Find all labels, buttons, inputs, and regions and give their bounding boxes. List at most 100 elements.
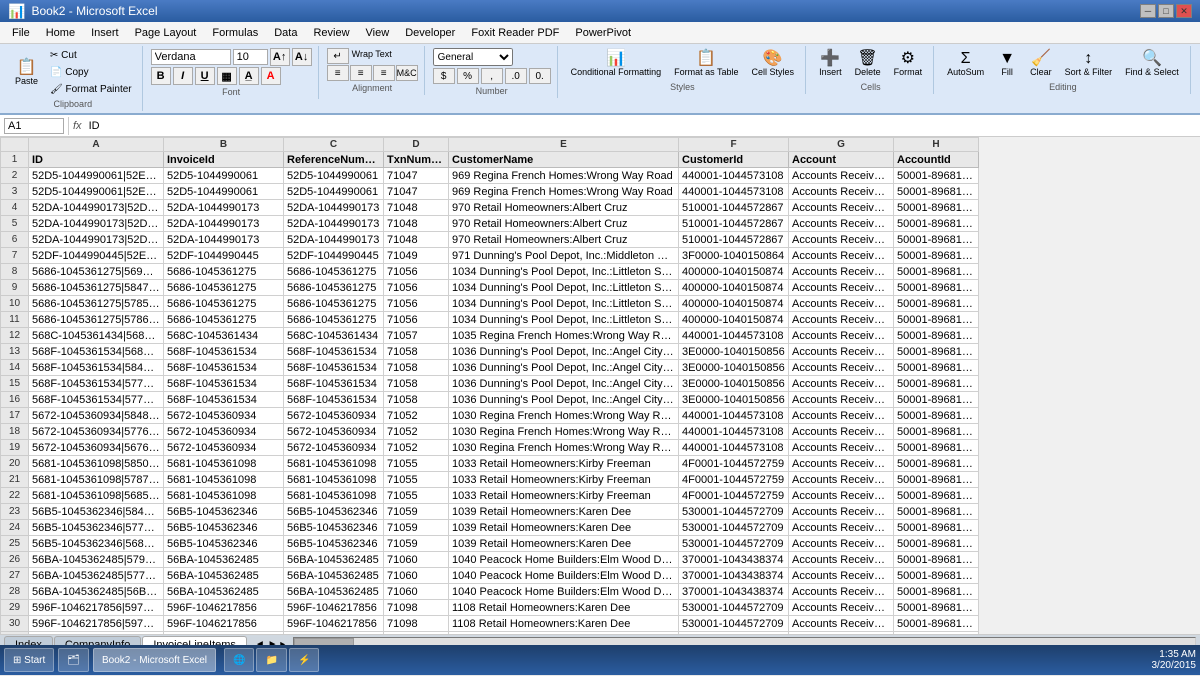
cell-row6-refnum[interactable]: 52DA-1044990173 (284, 232, 384, 248)
cell-row12-invoiceid[interactable]: 568C-1045361434 (164, 328, 284, 344)
cell-row14-refnum[interactable]: 568F-1045361534 (284, 360, 384, 376)
cell-row15-refnum[interactable]: 568F-1045361534 (284, 376, 384, 392)
cell-row11-invoiceid[interactable]: 5686-1045361275 (164, 312, 284, 328)
cell-row10-custname[interactable]: 1034 Dunning's Pool Depot, Inc.:Littleto… (449, 296, 679, 312)
cell-row25-id[interactable]: 56B5-1045362346|5684-1045362346 (29, 536, 164, 552)
decrease-decimal-button[interactable]: 0. (529, 68, 551, 84)
cell-row24-refnum[interactable]: 56B5-1045362346 (284, 520, 384, 536)
cell-row7-refnum[interactable]: 52DF-1044990445 (284, 248, 384, 264)
cell-row6-invoiceid[interactable]: 52DA-1044990173 (164, 232, 284, 248)
cell-row4-invoiceid[interactable]: 52DA-1044990173 (164, 200, 284, 216)
number-format-select[interactable]: General (433, 48, 513, 66)
cell-row22-accountid[interactable]: 50001-896816252 (894, 488, 979, 504)
cell-row16-txnnum[interactable]: 71058 (384, 392, 449, 408)
cell-row10-custid[interactable]: 400000-1040150874 (679, 296, 789, 312)
cell-row10-account[interactable]: Accounts Receivable (789, 296, 894, 312)
align-center-button[interactable]: ≡ (350, 65, 372, 81)
cell-row3-txnnum[interactable]: 71047 (384, 184, 449, 200)
cell-row17-id[interactable]: 5672-1045360934|5848-1045360934 (29, 408, 164, 424)
cell-row4-custname[interactable]: 970 Retail Homeowners:Albert Cruz (449, 200, 679, 216)
cell-row4-account[interactable]: Accounts Receivable (789, 200, 894, 216)
cell-row25-invoiceid[interactable]: 56B5-1045362346 (164, 536, 284, 552)
cell-row30-custid[interactable]: 530001-1044572709 (679, 616, 789, 632)
cell-row9-account[interactable]: Accounts Receivable (789, 280, 894, 296)
paste-button[interactable]: 📋 Paste (10, 57, 43, 89)
cell-row13-custname[interactable]: 1036 Dunning's Pool Depot, Inc.:Angel Ci… (449, 344, 679, 360)
cell-row24-txnnum[interactable]: 71059 (384, 520, 449, 536)
cell-row17-refnum[interactable]: 5672-1045360934 (284, 408, 384, 424)
decrease-font-button[interactable]: A↓ (292, 48, 312, 66)
cell-d1[interactable]: TxnNumber (384, 152, 449, 168)
cell-row3-account[interactable]: Accounts Receivable (789, 184, 894, 200)
currency-button[interactable]: $ (433, 68, 455, 84)
cell-row31-custname[interactable]: 1108 Retail Homeowners:Karen Dee (449, 632, 679, 635)
menu-foxit[interactable]: Foxit Reader PDF (463, 25, 567, 41)
cell-row20-invoiceid[interactable]: 5681-1045361098 (164, 456, 284, 472)
cell-row2-accountid[interactable]: 50001-896816252 (894, 168, 979, 184)
cell-row27-accountid[interactable]: 50001-896816252 (894, 568, 979, 584)
col-header-d[interactable]: D (384, 138, 449, 152)
cell-row19-account[interactable]: Accounts Receivable (789, 440, 894, 456)
cell-row3-custname[interactable]: 969 Regina French Homes:Wrong Way Road (449, 184, 679, 200)
cell-e1[interactable]: CustomerName (449, 152, 679, 168)
cell-row19-custname[interactable]: 1030 Regina French Homes:Wrong Way Road (449, 440, 679, 456)
cell-row19-accountid[interactable]: 50001-896816252 (894, 440, 979, 456)
cell-row13-refnum[interactable]: 568F-1045361534 (284, 344, 384, 360)
cell-row4-id[interactable]: 52DA-1044990173|52DC-1044990173 (29, 200, 164, 216)
delete-button[interactable]: 🗑 Delete (850, 48, 886, 80)
cell-row4-accountid[interactable]: 50001-896816252 (894, 200, 979, 216)
align-right-button[interactable]: ≡ (373, 65, 395, 81)
cell-row2-id[interactable]: 52D5-1044990061|52E5-1044990061 (29, 168, 164, 184)
cell-row29-custname[interactable]: 1108 Retail Homeowners:Karen Dee (449, 600, 679, 616)
cell-row15-txnnum[interactable]: 71058 (384, 376, 449, 392)
cell-h1[interactable]: AccountId (894, 152, 979, 168)
fill-button[interactable]: ▼ Fill (992, 48, 1022, 80)
cell-row13-custid[interactable]: 3E0000-1040150856 (679, 344, 789, 360)
cell-row22-custname[interactable]: 1033 Retail Homeowners:Kirby Freeman (449, 488, 679, 504)
cell-row9-refnum[interactable]: 5686-1045361275 (284, 280, 384, 296)
cell-row16-refnum[interactable]: 568F-1045361534 (284, 392, 384, 408)
insert-button[interactable]: ➕ Insert (814, 48, 847, 80)
cell-row24-custid[interactable]: 530001-1044572709 (679, 520, 789, 536)
cell-row12-refnum[interactable]: 568C-1045361434 (284, 328, 384, 344)
cell-row28-account[interactable]: Accounts Receivable (789, 584, 894, 600)
copy-button[interactable]: 📄 Copy (46, 65, 136, 80)
cell-row19-invoiceid[interactable]: 5672-1045360934 (164, 440, 284, 456)
taskbar-excel-button[interactable]: Book2 - Microsoft Excel (93, 648, 216, 672)
taskbar-app2-icon[interactable]: ⚡ (289, 648, 319, 672)
cell-g1[interactable]: Account (789, 152, 894, 168)
menu-insert[interactable]: Insert (83, 25, 127, 41)
cell-row5-custid[interactable]: 510001-1044572867 (679, 216, 789, 232)
cell-row17-custid[interactable]: 440001-1044573108 (679, 408, 789, 424)
increase-font-button[interactable]: A↑ (270, 48, 290, 66)
cell-row27-custname[interactable]: 1040 Peacock Home Builders:Elm Wood Driv… (449, 568, 679, 584)
cell-row18-refnum[interactable]: 5672-1045360934 (284, 424, 384, 440)
cell-row17-txnnum[interactable]: 71052 (384, 408, 449, 424)
taskbar-app1-icon[interactable]: 📁 (256, 648, 286, 672)
format-painter-button[interactable]: 🖌 Format Painter (46, 82, 136, 97)
cell-row6-id[interactable]: 52DA-1044990173|52DE-1044990173 (29, 232, 164, 248)
cell-row13-account[interactable]: Accounts Receivable (789, 344, 894, 360)
cell-row2-invoiceid[interactable]: 52D5-1044990061 (164, 168, 284, 184)
cell-row20-custname[interactable]: 1033 Retail Homeowners:Kirby Freeman (449, 456, 679, 472)
cell-row16-id[interactable]: 568F-1045361534|5775-1045361534 (29, 392, 164, 408)
cell-row5-account[interactable]: Accounts Receivable (789, 216, 894, 232)
taskbar-explorer-button[interactable]: 🗂 (58, 648, 89, 672)
cell-row29-txnnum[interactable]: 71098 (384, 600, 449, 616)
cell-row6-txnnum[interactable]: 71048 (384, 232, 449, 248)
cell-row14-txnnum[interactable]: 71058 (384, 360, 449, 376)
col-header-e[interactable]: E (449, 138, 679, 152)
cell-row2-account[interactable]: Accounts Receivable (789, 168, 894, 184)
cell-row18-account[interactable]: Accounts Receivable (789, 424, 894, 440)
cell-row26-custname[interactable]: 1040 Peacock Home Builders:Elm Wood Driv… (449, 552, 679, 568)
conditional-formatting-button[interactable]: 📊 Conditional Formatting (566, 48, 667, 80)
cell-row23-custid[interactable]: 530001-1044572709 (679, 504, 789, 520)
cell-row22-custid[interactable]: 4F0001-1044572759 (679, 488, 789, 504)
font-size-input[interactable] (233, 49, 268, 65)
cell-row13-invoiceid[interactable]: 568F-1045361534 (164, 344, 284, 360)
cell-row11-id[interactable]: 5686-1045361275|5786-1045361275 (29, 312, 164, 328)
cell-row13-id[interactable]: 568F-1045361534|568E-1045361534 (29, 344, 164, 360)
cell-row31-id[interactable]: 596F-1046217856|5972-1046217856 (29, 632, 164, 635)
cell-row24-id[interactable]: 56B5-1045362346|577D-1045362346 (29, 520, 164, 536)
font-name-input[interactable] (151, 49, 231, 65)
